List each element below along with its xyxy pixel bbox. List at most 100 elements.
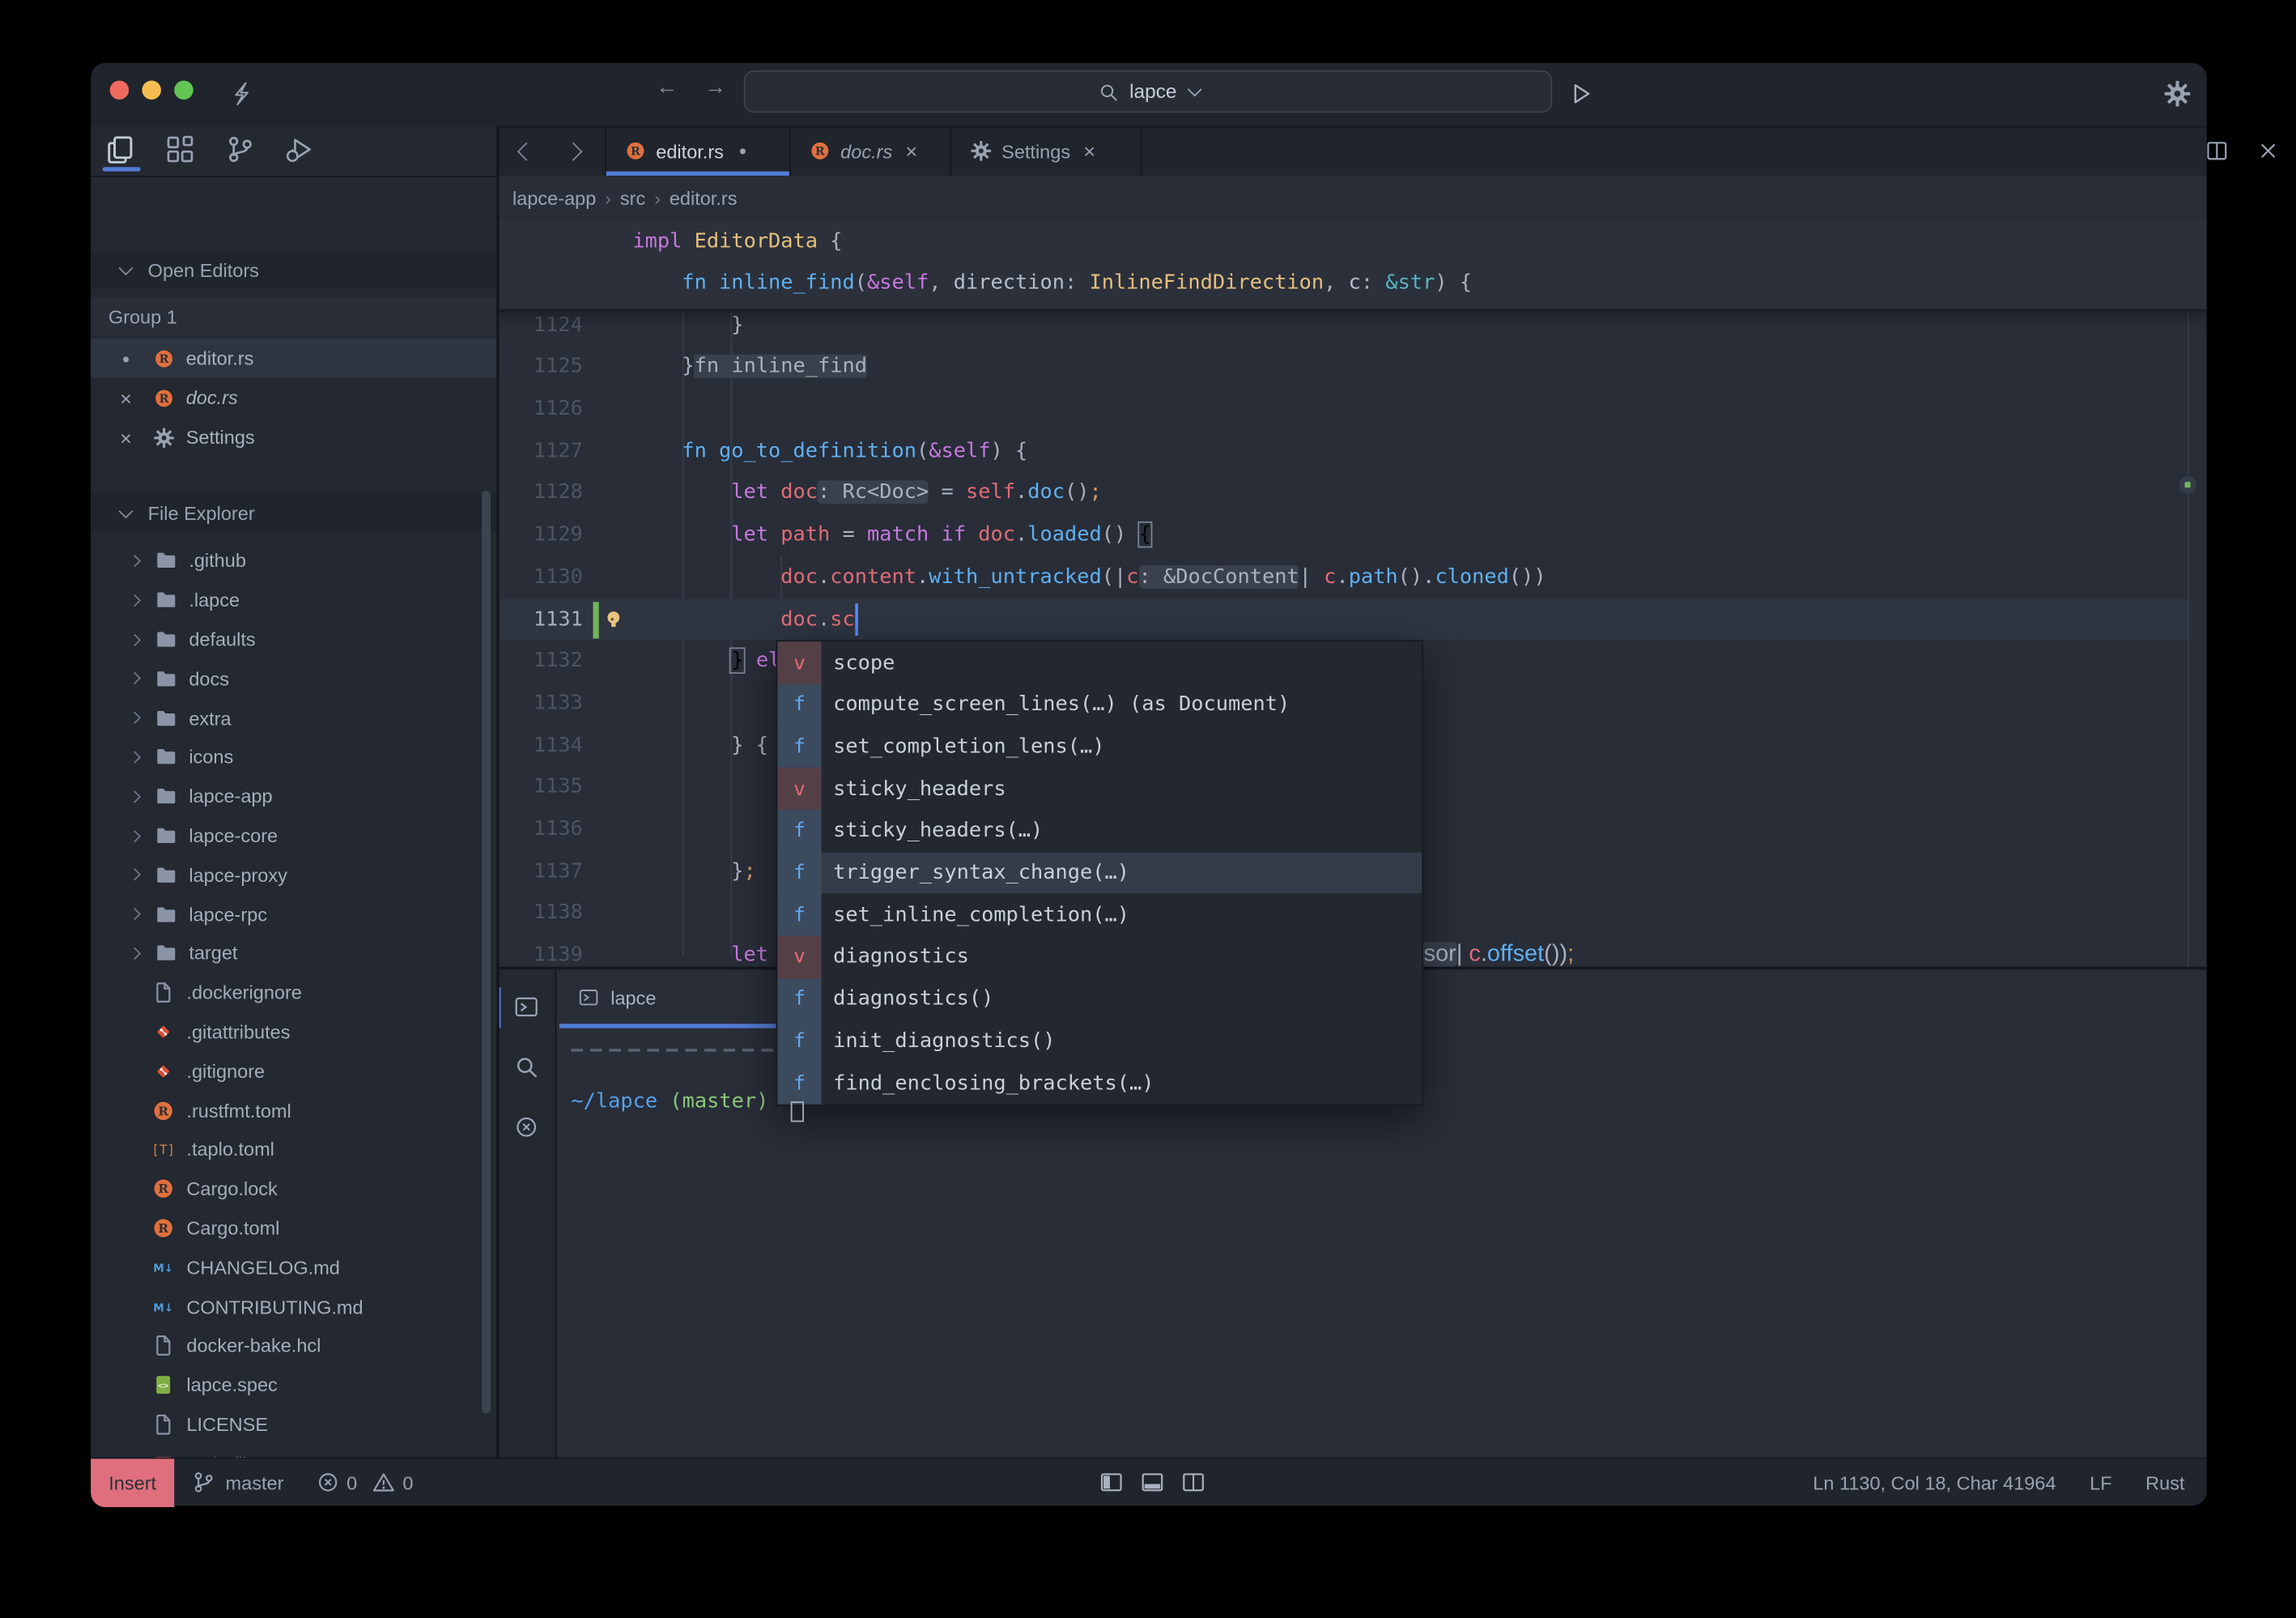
split-editor-icon[interactable] — [2205, 139, 2229, 163]
history-back-button[interactable]: ← — [656, 75, 678, 100]
source-control-panel-icon[interactable] — [226, 134, 255, 164]
tab-back-button[interactable] — [517, 143, 536, 161]
close-window-button[interactable] — [110, 80, 130, 100]
explorer-item-lapce.spec[interactable]: <>lapce.spec — [91, 1365, 496, 1404]
code-line-1131[interactable]: 1131 doc.sc — [496, 598, 2207, 641]
code-text[interactable]: let doc: Rc<Doc> = self.doc(); — [632, 472, 1101, 514]
files-panel-icon[interactable] — [105, 134, 134, 164]
toggle-bottom-panel-icon[interactable] — [1141, 1471, 1164, 1494]
explorer-item-.rustfmt.toml[interactable]: R.rustfmt.toml — [91, 1091, 496, 1130]
tab-doc.rs[interactable]: Rdoc.rs× — [791, 126, 952, 176]
tab-Settings[interactable]: Settings× — [952, 126, 1142, 176]
code-text[interactable]: let — [632, 935, 780, 967]
history-forward-button[interactable]: → — [704, 75, 726, 100]
editor-mode-badge[interactable]: Insert — [91, 1458, 174, 1507]
language-mode[interactable]: Rust — [2145, 1471, 2184, 1493]
code-text[interactable]: }; — [632, 850, 755, 892]
explorer-item-CHANGELOG.md[interactable]: M↓CHANGELOG.md — [91, 1248, 496, 1287]
completion-item[interactable]: ffind_enclosing_brackets(…) — [777, 1062, 1422, 1105]
explorer-item-docker-bake.hcl[interactable]: docker-bake.hcl — [91, 1326, 496, 1365]
terminal-prompt[interactable]: ~/lapce (master) — [571, 1084, 768, 1118]
explorer-item-defaults[interactable]: defaults — [91, 620, 496, 658]
tab-editor.rs[interactable]: Reditor.rs● — [605, 126, 791, 176]
close-editor-icon[interactable] — [2256, 139, 2280, 163]
run-button[interactable] — [1567, 78, 1593, 110]
completion-item[interactable]: finit_diagnostics() — [777, 1020, 1422, 1062]
code-line-1129[interactable]: 1129 let path = match if doc.loaded() { — [496, 514, 2207, 556]
cursor-position[interactable]: Ln 1130, Col 18, Char 41964 — [1813, 1471, 2056, 1493]
explorer-item-LICENSE[interactable]: LICENSE — [91, 1405, 496, 1444]
breadcrumb-item[interactable]: lapce-app — [512, 187, 596, 209]
tab-forward-button[interactable] — [564, 143, 583, 161]
completion-item[interactable]: fdiagnostics() — [777, 978, 1422, 1020]
explorer-item-.gitignore[interactable]: .gitignore — [91, 1052, 496, 1091]
sidebar-scrollbar[interactable] — [482, 491, 491, 1413]
explorer-item-icons[interactable]: icons — [91, 738, 496, 777]
terminal-panel-icon[interactable] — [514, 994, 539, 1020]
explorer-item-lapce-rpc[interactable]: lapce-rpc — [91, 895, 496, 934]
code-text[interactable]: } el — [632, 641, 780, 683]
open-editor-item[interactable]: ×Rdoc.rs — [91, 378, 496, 418]
explorer-item-Cargo.toml[interactable]: RCargo.toml — [91, 1208, 496, 1247]
code-text[interactable]: fn go_to_definition(&self) { — [632, 430, 1027, 472]
search-panel-icon[interactable] — [514, 1054, 539, 1079]
toggle-left-panel-icon[interactable] — [1099, 1471, 1123, 1494]
explorer-item-docs[interactable]: docs — [91, 659, 496, 698]
breadcrumb-item[interactable]: src — [620, 187, 645, 209]
explorer-item-.github[interactable]: .github — [91, 541, 496, 580]
toggle-right-panel-icon[interactable] — [1182, 1471, 1205, 1494]
explorer-item-.taplo.toml[interactable]: [T].taplo.toml — [91, 1130, 496, 1169]
code-text[interactable]: let path = match if doc.loaded() { — [632, 514, 1150, 556]
completion-item[interactable]: vdiagnostics — [777, 936, 1422, 978]
modified-dot-icon[interactable]: ● — [734, 143, 752, 158]
code-text[interactable]: doc.content.with_untracked(|c: &DocConte… — [632, 556, 1546, 598]
settings-gear-button[interactable] — [2164, 79, 2191, 109]
completion-item[interactable]: vsticky_headers — [777, 768, 1422, 810]
code-line-1126[interactable]: 1126 — [496, 388, 2207, 430]
code-line-1128[interactable]: 1128 let doc: Rc<Doc> = self.doc(); — [496, 472, 2207, 514]
open-editor-item[interactable]: ×Settings — [91, 417, 496, 457]
command-palette-box[interactable]: lapce — [744, 70, 1552, 113]
completion-item[interactable]: fset_completion_lens(…) — [777, 726, 1422, 769]
errors-count[interactable]: 0 — [347, 1471, 357, 1493]
completion-item[interactable]: fset_inline_completion(…) — [777, 894, 1422, 936]
minimize-window-button[interactable] — [142, 80, 161, 100]
code-line-1125[interactable]: 1125 }fn inline_find — [496, 346, 2207, 388]
explorer-item-lapce-app[interactable]: lapce-app — [91, 777, 496, 815]
explorer-item-.gitattributes[interactable]: .gitattributes — [91, 1012, 496, 1051]
code-text[interactable]: } { — [632, 725, 768, 767]
code-text[interactable]: }fn inline_find — [632, 346, 867, 388]
close-file-icon[interactable]: × — [116, 425, 136, 449]
explorer-item-.lapce[interactable]: .lapce — [91, 581, 496, 620]
plugins-panel-icon[interactable] — [165, 134, 194, 164]
explorer-item-lapce-core[interactable]: lapce-core — [91, 816, 496, 855]
titlebar[interactable]: ← → lapce — [91, 63, 2207, 126]
close-file-icon[interactable]: × — [116, 386, 136, 410]
explorer-item-.dockerignore[interactable]: .dockerignore — [91, 973, 496, 1012]
file-explorer-header[interactable]: File Explorer — [91, 494, 496, 532]
explorer-item-target[interactable]: target — [91, 934, 496, 973]
explorer-item-Makefile[interactable]: Makefile — [91, 1444, 496, 1457]
explorer-item-extra[interactable]: extra — [91, 698, 496, 737]
warnings-count[interactable]: 0 — [402, 1471, 413, 1493]
zoom-window-button[interactable] — [174, 80, 193, 100]
lightbulb-icon[interactable] — [602, 607, 625, 631]
git-branch-label[interactable]: master — [226, 1471, 284, 1493]
editor-group-row[interactable]: Group 1 — [91, 297, 496, 335]
explorer-item-lapce-proxy[interactable]: lapce-proxy — [91, 855, 496, 894]
code-line-1130[interactable]: 1130 doc.content.with_untracked(|c: &Doc… — [496, 556, 2207, 598]
completion-item[interactable]: ftrigger_syntax_change(…) — [777, 852, 1422, 894]
terminal-tab[interactable]: lapce — [559, 969, 780, 1025]
close-tab-icon[interactable]: × — [903, 139, 921, 163]
code-text[interactable]: doc.sc — [632, 598, 854, 641]
modified-dot-icon[interactable]: ● — [116, 351, 136, 365]
breadcrumb-item[interactable]: editor.rs — [670, 187, 738, 209]
editor-scrollbar-track[interactable] — [2188, 219, 2189, 966]
open-editor-item[interactable]: ●Reditor.rs — [91, 339, 496, 378]
close-tab-icon[interactable]: × — [1081, 139, 1099, 163]
open-editors-header[interactable]: Open Editors — [91, 250, 496, 288]
debug-panel-icon[interactable] — [284, 134, 313, 164]
explorer-item-Cargo.lock[interactable]: RCargo.lock — [91, 1169, 496, 1208]
code-line-1127[interactable]: 1127 fn go_to_definition(&self) { — [496, 430, 2207, 472]
completion-item[interactable]: vscope — [777, 642, 1422, 684]
